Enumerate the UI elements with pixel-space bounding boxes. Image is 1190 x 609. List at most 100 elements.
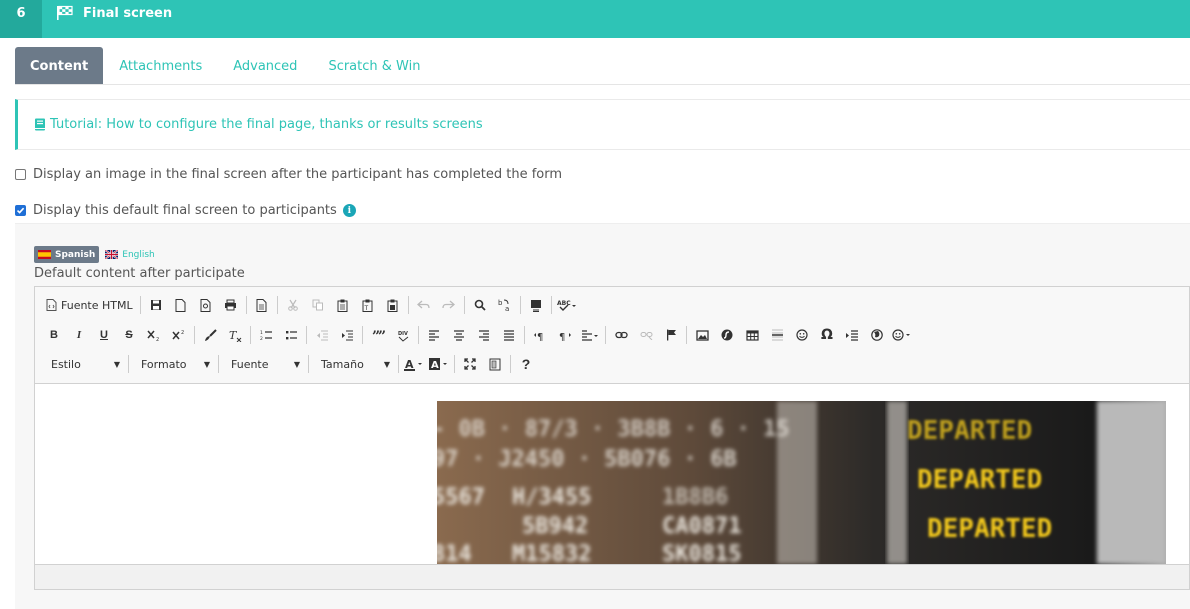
book-icon bbox=[35, 118, 45, 131]
chevron-down-icon: ▼ bbox=[113, 359, 120, 369]
align-center-button[interactable] bbox=[448, 324, 470, 346]
flash-button[interactable] bbox=[716, 324, 738, 346]
subscript-button[interactable]: 2 bbox=[143, 324, 165, 346]
search-icon bbox=[474, 299, 486, 311]
indent-button[interactable] bbox=[336, 324, 358, 346]
copy-format-button[interactable] bbox=[199, 324, 221, 346]
tab-attachments[interactable]: Attachments bbox=[104, 47, 217, 85]
toolbar-separator bbox=[605, 326, 606, 344]
svg-text:b: b bbox=[498, 299, 503, 307]
format-dropdown[interactable]: Formato ▼ bbox=[133, 353, 213, 375]
step-number: 6 bbox=[0, 0, 42, 38]
replace-button[interactable]: ba bbox=[494, 294, 516, 316]
undo-button[interactable] bbox=[413, 294, 435, 316]
paste-text-button[interactable]: T bbox=[357, 294, 379, 316]
italic-label: I bbox=[76, 329, 82, 341]
redo-button[interactable] bbox=[438, 294, 460, 316]
tab-advanced[interactable]: Advanced bbox=[218, 47, 312, 85]
language-spanish-button[interactable]: Spanish bbox=[34, 246, 100, 263]
print-button[interactable] bbox=[220, 294, 242, 316]
align-left-button[interactable] bbox=[423, 324, 445, 346]
toolbar-separator bbox=[250, 326, 251, 344]
cut-button[interactable] bbox=[282, 294, 304, 316]
font-dropdown[interactable]: Fuente ▼ bbox=[223, 353, 303, 375]
table-button[interactable] bbox=[741, 324, 763, 346]
print-icon bbox=[225, 299, 237, 311]
maximize-button[interactable] bbox=[459, 353, 481, 375]
link-button[interactable] bbox=[610, 324, 632, 346]
bulleted-list-button[interactable] bbox=[280, 324, 302, 346]
departures-board-image[interactable]: - 0B · 87/3 · 3B8B · 6 · 15 97 · J2450 ·… bbox=[437, 401, 1166, 564]
align-right-button[interactable] bbox=[473, 324, 495, 346]
html-source-button[interactable]: Fuente HTML bbox=[43, 294, 136, 316]
rtl-button[interactable]: ¶ bbox=[554, 324, 576, 346]
editor-content-area[interactable]: - 0B · 87/3 · 3B8B · 6 · 15 97 · J2450 ·… bbox=[35, 384, 1189, 564]
copy-button[interactable] bbox=[307, 294, 329, 316]
smiley-icon bbox=[796, 329, 808, 341]
departed-text-1: DEPARTED bbox=[907, 416, 1032, 446]
numbered-list-button[interactable]: 12 bbox=[255, 324, 277, 346]
tutorial-link[interactable]: Tutorial: How to configure the final pag… bbox=[34, 117, 483, 132]
image-icon bbox=[695, 329, 709, 341]
flash-icon bbox=[721, 329, 733, 341]
info-icon[interactable]: i bbox=[342, 204, 356, 217]
tabs-divider bbox=[15, 84, 1190, 85]
superscript-button[interactable]: 2 bbox=[168, 324, 190, 346]
paste-word-button[interactable] bbox=[382, 294, 404, 316]
toolbar-separator bbox=[128, 355, 129, 373]
section-title[interactable]: Final screen bbox=[56, 0, 172, 26]
templates-button[interactable] bbox=[251, 294, 273, 316]
section-header-bar: 6 Final screen bbox=[0, 0, 1190, 38]
table-icon bbox=[745, 329, 759, 341]
tab-scratch-win[interactable]: Scratch & Win bbox=[313, 47, 435, 85]
justify-button[interactable] bbox=[498, 324, 520, 346]
find-button[interactable] bbox=[469, 294, 491, 316]
style-dropdown[interactable]: Estilo ▼ bbox=[43, 353, 123, 375]
blockquote-button[interactable]: ”” bbox=[367, 324, 389, 346]
display-default-checkbox[interactable] bbox=[15, 205, 26, 216]
background-color-button[interactable]: A bbox=[428, 353, 450, 375]
create-div-button[interactable]: DIV bbox=[392, 324, 414, 346]
indent-icon bbox=[341, 330, 353, 341]
ltr-button[interactable]: ¶ bbox=[529, 324, 551, 346]
preview-button[interactable] bbox=[195, 294, 217, 316]
strikethrough-button[interactable]: S bbox=[118, 324, 140, 346]
outdent-button[interactable] bbox=[311, 324, 333, 346]
smiley-button[interactable] bbox=[791, 324, 813, 346]
paste-button[interactable] bbox=[332, 294, 354, 316]
language-english-link[interactable]: English bbox=[105, 250, 155, 260]
board-text-6: M15832 bbox=[512, 542, 591, 564]
text-color-button[interactable]: A bbox=[403, 353, 425, 375]
language-spanish-label: Spanish bbox=[55, 249, 96, 260]
spellcheck-icon: ABC bbox=[557, 300, 576, 311]
display-image-checkbox[interactable] bbox=[15, 169, 26, 180]
align-right-icon bbox=[479, 329, 489, 341]
chevron-down-icon: ▼ bbox=[293, 359, 300, 369]
new-page-button[interactable] bbox=[170, 294, 192, 316]
size-dropdown[interactable]: Tamaño ▼ bbox=[313, 353, 393, 375]
unlink-button[interactable] bbox=[635, 324, 657, 346]
save-button[interactable] bbox=[145, 294, 167, 316]
bold-button[interactable]: B bbox=[43, 324, 65, 346]
help-button[interactable]: ? bbox=[515, 353, 537, 375]
rtl-icon: ¶ bbox=[559, 332, 571, 341]
anchor-button[interactable] bbox=[660, 324, 682, 346]
toolbar-separator bbox=[139, 296, 141, 314]
horizontal-rule-button[interactable] bbox=[766, 324, 788, 346]
remove-format-button[interactable]: T bbox=[224, 324, 246, 346]
select-all-button[interactable] bbox=[525, 294, 547, 316]
emoji-button[interactable] bbox=[891, 324, 913, 346]
special-char-button[interactable]: Ω bbox=[816, 324, 838, 346]
show-blocks-button[interactable] bbox=[484, 353, 506, 375]
italic-button[interactable]: I bbox=[68, 324, 90, 346]
page-break-button[interactable] bbox=[841, 324, 863, 346]
underline-button[interactable]: U bbox=[93, 324, 115, 346]
checkmark-icon bbox=[16, 207, 25, 214]
language-button[interactable] bbox=[579, 324, 601, 346]
source-icon bbox=[46, 299, 57, 311]
spellcheck-button[interactable]: ABC bbox=[556, 294, 578, 316]
tab-content[interactable]: Content bbox=[15, 47, 104, 85]
display-default-label: Display this default final screen to par… bbox=[33, 203, 337, 218]
image-button[interactable] bbox=[691, 324, 713, 346]
iframe-button[interactable] bbox=[866, 324, 888, 346]
